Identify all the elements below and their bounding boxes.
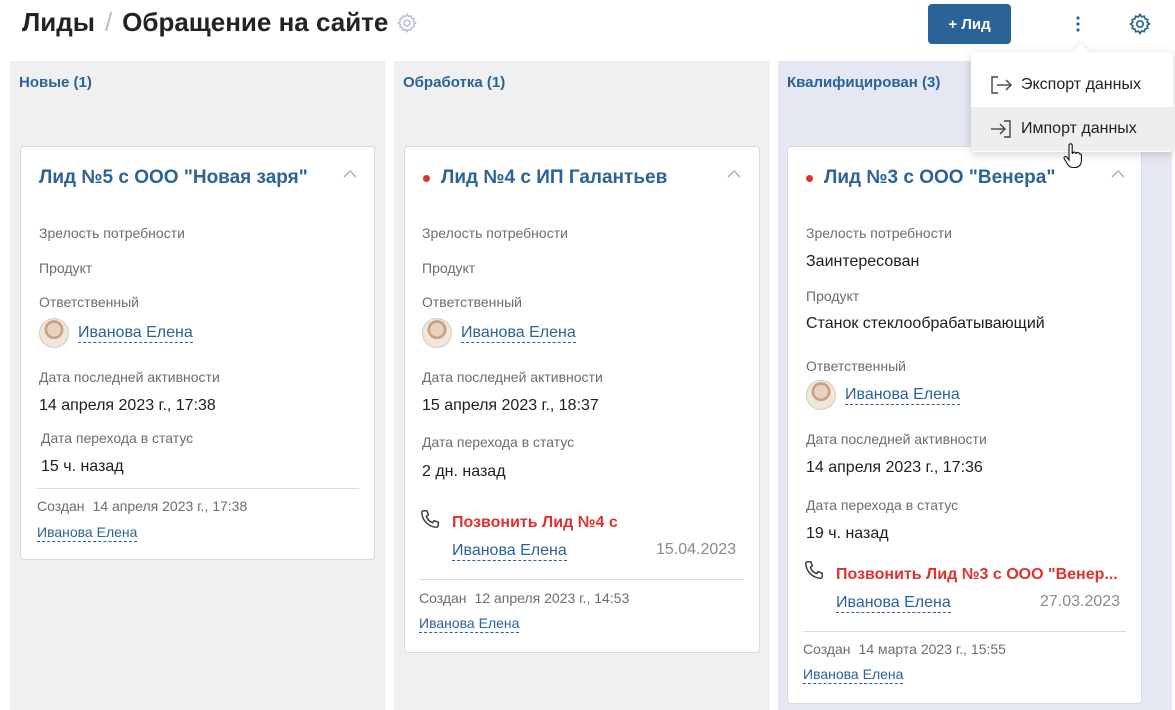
process-settings-icon[interactable] (396, 12, 418, 34)
phone-icon (805, 561, 823, 579)
product-label: Продукт (422, 260, 476, 276)
lead-card[interactable]: Лид №4 с ИП Галантьев Зрелость потребнос… (404, 146, 760, 653)
phone-icon (421, 510, 439, 528)
responsible-link[interactable]: Иванова Елена (78, 324, 193, 343)
created-info: Создан 14 апреля 2023 г., 17:38 (37, 498, 248, 514)
column-title[interactable]: Квалифицирован (3) (787, 74, 940, 91)
collapse-chevron-icon[interactable] (343, 169, 357, 179)
status-change-label: Дата перехода в статус (422, 434, 575, 450)
responsible-label: Ответственный (422, 294, 522, 310)
menu-item-label: Импорт данных (1021, 120, 1137, 137)
column-processing: Обработка (1) Лид №4 с ИП Галантьев Зрел… (394, 61, 770, 710)
last-activity-value: 14 апреля 2023 г., 17:36 (806, 459, 983, 476)
collapse-chevron-icon[interactable] (1111, 169, 1125, 179)
maturity-label: Зрелость потребности (39, 225, 185, 241)
title-main[interactable]: Лиды (22, 7, 95, 38)
task-title[interactable]: Позвонить Лид №3 с ООО "Венер... (836, 566, 1118, 584)
creator-link[interactable]: Иванова Елена (419, 615, 520, 633)
creator-link[interactable]: Иванова Елена (37, 524, 138, 542)
more-menu-icon[interactable] (1066, 10, 1090, 38)
task-item[interactable]: Позвонить Лид №3 с ООО "Венер... (836, 566, 1128, 584)
task-title[interactable]: Позвонить Лид №4 с (452, 514, 618, 532)
avatar (806, 380, 836, 410)
more-dropdown-menu: Экспорт данных Импорт данных (971, 52, 1173, 152)
product-value: Станок стеклообрабатывающий (806, 315, 1045, 332)
status-change-value: 19 ч. назад (806, 525, 889, 542)
task-item[interactable]: Позвонить Лид №4 с (452, 514, 618, 532)
lead-card[interactable]: Лид №5 с ООО "Новая заря" Зрелость потре… (20, 146, 375, 560)
menu-item-label: Экспорт данных (1021, 76, 1141, 93)
responsible-link[interactable]: Иванова Елена (461, 324, 576, 343)
task-date: 15.04.2023 (656, 541, 737, 558)
settings-gear-icon[interactable] (1126, 10, 1154, 38)
lead-title[interactable]: Лид №3 с ООО "Венера" (806, 167, 1055, 189)
add-lead-button[interactable]: + Лид (928, 4, 1011, 44)
avatar (39, 318, 69, 348)
column-new: Новые (1) Лид №5 с ООО "Новая заря" Зрел… (10, 61, 385, 710)
title-separator: / (104, 7, 113, 37)
unread-dot (806, 174, 813, 182)
responsible-person: Иванова Елена (422, 318, 576, 348)
lead-title[interactable]: Лид №4 с ИП Галантьев (423, 167, 667, 189)
divider (37, 488, 359, 489)
column-title[interactable]: Новые (1) (19, 74, 92, 91)
column-qualified: Квалифицирован (3) Лид №3 с ООО "Венера"… (778, 61, 1172, 710)
last-activity-value: 15 апреля 2023 г., 18:37 (422, 397, 599, 414)
task-person-link[interactable]: Иванова Елена (836, 593, 951, 613)
menu-item-export[interactable]: Экспорт данных (971, 63, 1173, 107)
responsible-person: Иванова Елена (39, 318, 193, 348)
responsible-person: Иванова Елена (806, 380, 960, 410)
last-activity-value: 14 апреля 2023 г., 17:38 (39, 397, 216, 414)
status-change-value: 2 дн. назад (422, 463, 506, 480)
page-header: Лиды / Обращение на сайте + Лид (0, 0, 1175, 60)
last-activity-label: Дата последней активности (806, 431, 987, 447)
created-info: Создан 12 апреля 2023 г., 14:53 (419, 590, 630, 606)
avatar (422, 318, 452, 348)
maturity-label: Зрелость потребности (422, 225, 568, 241)
task-date: 27.03.2023 (1040, 593, 1121, 610)
divider (803, 631, 1126, 632)
unread-dot (423, 174, 430, 182)
title-sub: Обращение на сайте (122, 7, 389, 37)
lead-title[interactable]: Лид №5 с ООО "Новая заря" (39, 167, 308, 189)
created-info: Создан 14 марта 2023 г., 15:55 (803, 641, 1006, 657)
page-title: Лиды / Обращение на сайте (22, 7, 418, 38)
hand-cursor-icon (1063, 143, 1082, 169)
last-activity-label: Дата последней активности (422, 369, 603, 385)
creator-link[interactable]: Иванова Елена (803, 666, 904, 684)
maturity-value: Заинтересован (806, 253, 920, 270)
export-icon (991, 76, 1012, 94)
lead-card[interactable]: Лид №3 с ООО "Венера" Зрелость потребнос… (787, 146, 1142, 704)
status-change-value: 15 ч. назад (41, 458, 124, 475)
responsible-label: Ответственный (39, 294, 139, 310)
status-change-label: Дата перехода в статус (41, 430, 194, 446)
product-label: Продукт (806, 288, 860, 304)
divider (419, 579, 744, 580)
import-icon (991, 120, 1011, 138)
collapse-chevron-icon[interactable] (727, 169, 741, 179)
status-change-label: Дата перехода в статус (806, 497, 959, 513)
last-activity-label: Дата последней активности (39, 369, 220, 385)
product-label: Продукт (39, 260, 93, 276)
maturity-label: Зрелость потребности (806, 225, 952, 241)
responsible-link[interactable]: Иванова Елена (845, 386, 960, 405)
task-person-link[interactable]: Иванова Елена (452, 541, 567, 561)
responsible-label: Ответственный (806, 358, 906, 374)
column-title[interactable]: Обработка (1) (403, 74, 505, 91)
